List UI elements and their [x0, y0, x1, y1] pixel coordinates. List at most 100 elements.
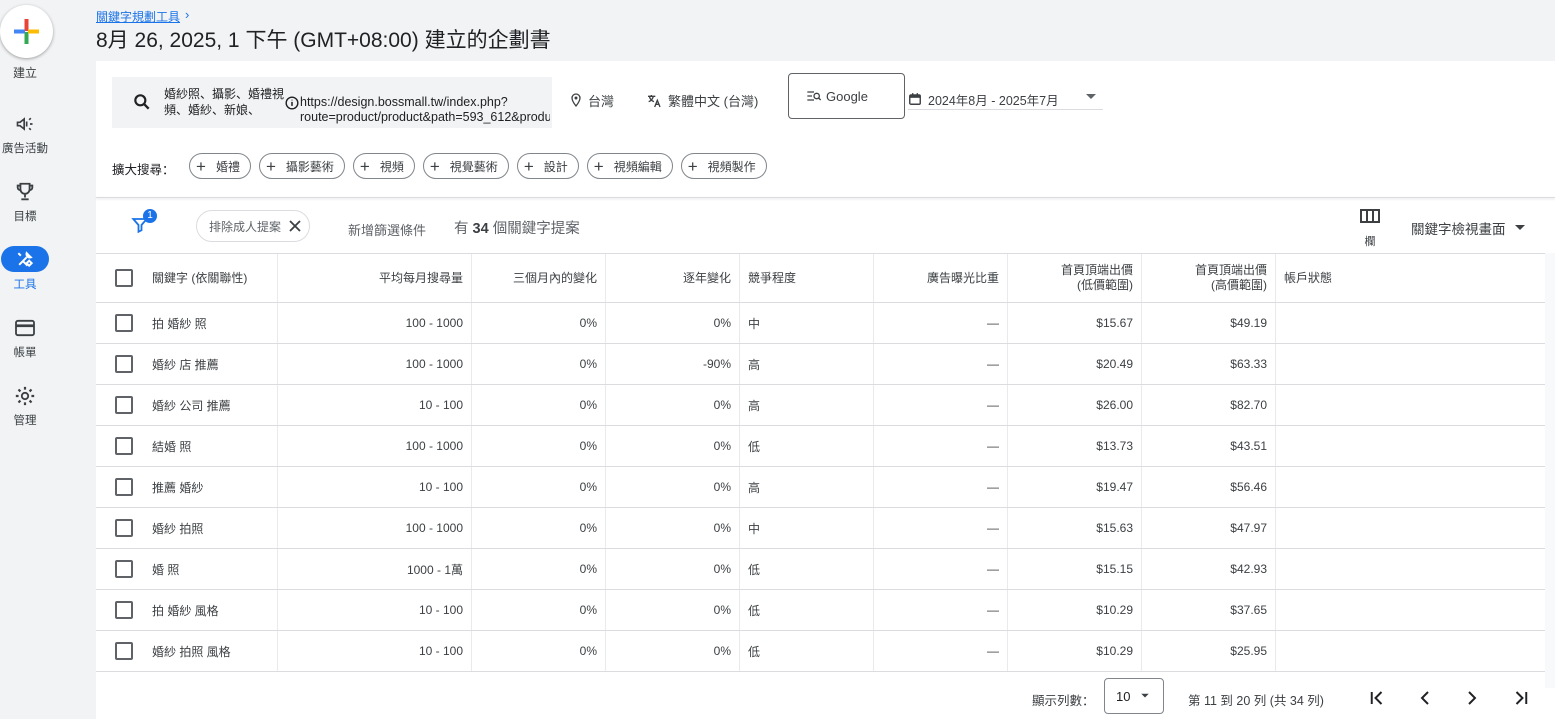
cell-competition: 高	[740, 344, 874, 384]
refine-chip[interactable]: + 視頻編輯	[586, 153, 673, 179]
row-checkbox[interactable]	[115, 314, 133, 332]
chip-label: 視頻編輯	[613, 159, 662, 174]
refine-chip[interactable]: + 視頻製作	[680, 153, 767, 179]
cell-keyword: 婚紗 拍照	[152, 508, 278, 548]
create-label: 建立	[12, 66, 37, 80]
language-selector[interactable]: 繁體中文 (台灣)	[646, 91, 758, 110]
chevron-right-icon	[1468, 691, 1477, 705]
header-yoy-change[interactable]: 逐年變化	[606, 254, 740, 302]
nav-item-admin[interactable]: 管理	[0, 384, 50, 428]
row-checkbox[interactable]	[115, 601, 133, 619]
refine-chip[interactable]: + 視頻	[352, 153, 415, 179]
row-checkbox[interactable]	[115, 642, 133, 660]
row-checkbox[interactable]	[115, 355, 133, 373]
keyword-view-selector[interactable]: 關鍵字檢視畫面	[1411, 218, 1526, 238]
cell-bid-high: $42.93	[1142, 549, 1276, 589]
cell-impression-share: —	[874, 385, 1008, 425]
cell-bid-low: $19.47	[1008, 467, 1142, 507]
header-competition[interactable]: 競爭程度	[740, 254, 874, 302]
refine-chip[interactable]: + 攝影藝術	[258, 153, 345, 179]
refine-chip[interactable]: + 設計	[516, 153, 579, 179]
nav-item-label: 工具	[13, 279, 37, 291]
next-page-button[interactable]	[1458, 684, 1486, 712]
cell-impression-share: —	[874, 631, 1008, 671]
previous-page-button[interactable]	[1411, 684, 1439, 712]
columns-icon	[1360, 209, 1380, 223]
plus-icon: +	[196, 156, 206, 176]
cell-three-month-change: 0%	[472, 303, 606, 343]
filter-count-badge: 1	[143, 209, 157, 223]
last-page-button[interactable]	[1507, 684, 1535, 712]
location-label: 台灣	[588, 94, 615, 109]
cell-keyword: 婚紗 公司 推薦	[152, 385, 278, 425]
select-all-checkbox[interactable]	[115, 269, 133, 287]
close-icon[interactable]	[289, 220, 301, 232]
row-checkbox[interactable]	[115, 437, 133, 455]
caret-down-icon	[1141, 693, 1150, 698]
cell-competition: 中	[740, 303, 874, 343]
breadcrumb[interactable]: 關鍵字規劃工具	[96, 8, 180, 25]
filter-chip-exclude-adult[interactable]: 排除成人提案	[196, 210, 311, 242]
cell-account-status	[1276, 385, 1545, 425]
cell-three-month-change: 0%	[472, 426, 606, 466]
rows-per-page-select[interactable]: 10	[1104, 678, 1164, 714]
row-checkbox[interactable]	[115, 519, 133, 537]
cell-avg-searches: 10 - 100	[278, 467, 472, 507]
cell-competition: 高	[740, 467, 874, 507]
header-avg-searches[interactable]: 平均每月搜尋量	[278, 254, 472, 302]
cell-three-month-change: 0%	[472, 590, 606, 630]
table-scrollbar-track[interactable]	[1545, 253, 1555, 688]
network-selector[interactable]: Google	[788, 73, 905, 119]
nav-item-billing[interactable]: 帳單	[0, 316, 50, 360]
cell-competition: 低	[740, 549, 874, 589]
chip-label: 視頻	[379, 159, 404, 174]
keyword-url-input[interactable]: 婚紗照、攝影、婚禮視頻、婚紗、新娘、 https://design.bossma…	[112, 77, 552, 128]
row-checkbox[interactable]	[115, 396, 133, 414]
cell-competition: 高	[740, 385, 874, 425]
location-selector[interactable]: 台灣	[570, 91, 614, 110]
plus-icon: +	[265, 156, 276, 176]
nav-item-campaigns[interactable]: 廣告活動	[0, 112, 50, 156]
cell-avg-searches: 100 - 1000	[278, 303, 472, 343]
cell-bid-low: $10.29	[1008, 631, 1142, 671]
header-keyword[interactable]: 關鍵字 (依關聯性)	[152, 254, 278, 302]
cell-bid-low: $15.63	[1008, 508, 1142, 548]
cell-impression-share: —	[874, 344, 1008, 384]
header-bid-low-line2: (低價範圍)	[1077, 278, 1133, 292]
row-checkbox[interactable]	[115, 478, 133, 496]
view-label: 關鍵字檢視畫面	[1411, 222, 1506, 237]
cell-three-month-change: 0%	[472, 631, 606, 671]
cell-three-month-change: 0%	[472, 508, 606, 548]
row-checkbox[interactable]	[115, 560, 133, 578]
translate-icon	[648, 94, 661, 107]
refine-chip[interactable]: + 婚禮	[189, 153, 251, 179]
nav-item-goals[interactable]: 目標	[0, 180, 50, 224]
cell-impression-share: —	[874, 549, 1008, 589]
count-number: 34	[472, 221, 489, 237]
header-bid-low[interactable]: 首頁頂端出價 (低價範圍)	[1008, 254, 1142, 302]
trophy-icon	[16, 182, 34, 201]
cell-account-status	[1276, 631, 1545, 671]
keywords-text: 婚紗照、攝影、婚禮視頻、婚紗、新娘、	[164, 87, 285, 117]
header-account-status[interactable]: 帳戶狀態	[1276, 254, 1545, 302]
first-page-button[interactable]	[1363, 684, 1391, 712]
plus-icon: +	[359, 156, 370, 176]
header-three-month-change[interactable]: 三個月內的變化	[472, 254, 606, 302]
plus-icon: +	[429, 156, 440, 176]
cell-impression-share: —	[874, 590, 1008, 630]
header-impression-share[interactable]: 廣告曝光比重	[874, 254, 1008, 302]
add-filter-button[interactable]: 新增篩選條件	[348, 220, 426, 239]
refine-chip[interactable]: + 視覺藝術	[422, 153, 509, 179]
table-row: 婚 照 1000 - 1萬 0% 0% 低 — $15.15 $42.93	[96, 549, 1545, 590]
cell-impression-share: —	[874, 426, 1008, 466]
info-icon[interactable]	[285, 96, 299, 110]
cell-three-month-change: 0%	[472, 467, 606, 507]
create-button[interactable]	[0, 5, 53, 58]
nav-item-tools[interactable]: 工具	[0, 246, 50, 292]
language-label: 繁體中文 (台灣)	[668, 94, 759, 109]
cell-bid-high: $56.46	[1142, 467, 1276, 507]
header-bid-high[interactable]: 首頁頂端出價 (高價範圍)	[1142, 254, 1276, 302]
columns-button[interactable]	[1358, 209, 1382, 228]
url-text: https://design.bossmall.tw/index.php? ro…	[300, 95, 550, 125]
date-range-selector[interactable]: 2024年8月 - 2025年7月	[908, 89, 1103, 110]
